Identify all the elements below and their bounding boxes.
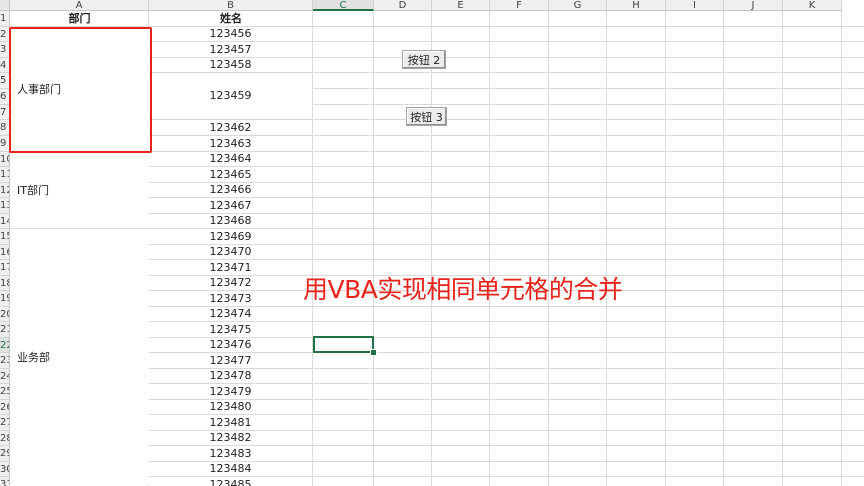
employee-id-cell[interactable]: 123459	[149, 73, 312, 119]
column-gridline	[841, 11, 842, 486]
row-header-29[interactable]: 29	[0, 446, 10, 462]
column-gridline	[373, 11, 374, 486]
column-header-k[interactable]: K	[783, 0, 842, 11]
column-gridline	[723, 11, 724, 486]
employee-id-cell[interactable]: 123456	[149, 27, 312, 41]
vba-button-2[interactable]: 按钮 2	[402, 50, 446, 69]
column-header-a[interactable]: A	[10, 0, 149, 11]
column-header-d[interactable]: D	[374, 0, 432, 11]
row-header-28[interactable]: 28	[0, 431, 10, 446]
employee-id-cell[interactable]: 123463	[149, 136, 312, 151]
column-header-f[interactable]: F	[490, 0, 549, 11]
row-header-10[interactable]: 10	[0, 152, 10, 167]
column-header-j[interactable]: J	[724, 0, 783, 11]
row-header-24[interactable]: 24	[0, 369, 10, 384]
header-dept: 部门	[68, 12, 91, 25]
employee-id-cell[interactable]: 123466	[149, 183, 312, 197]
row-header-23[interactable]: 23	[0, 353, 10, 369]
row-header-11[interactable]: 11	[0, 167, 10, 183]
employee-id-cell[interactable]: 123469	[149, 229, 312, 244]
employee-id-cell[interactable]: 123476	[149, 338, 312, 352]
column-header-c[interactable]: C	[313, 0, 374, 11]
active-cell-selection[interactable]	[313, 336, 374, 353]
employee-id-cell[interactable]: 123473	[149, 291, 312, 306]
highlight-box	[9, 27, 152, 153]
employee-id-cell[interactable]: 123468	[149, 214, 312, 228]
merged-dept-cell[interactable]: IT部门	[10, 152, 149, 228]
employee-id-cell[interactable]: 123483	[149, 446, 312, 461]
fill-handle[interactable]	[370, 349, 377, 356]
employee-id-cell[interactable]: 123458	[149, 58, 312, 72]
employee-id-cell[interactable]: 123482	[149, 431, 312, 445]
employee-id-cell[interactable]: 123467	[149, 198, 312, 213]
employee-id-cell[interactable]: 123481	[149, 415, 312, 430]
merged-dept-cell[interactable]: 业务部	[10, 229, 149, 485]
spreadsheet-grid[interactable]: ABCDEFGHIJK 1234567891011121314151617181…	[0, 0, 864, 486]
row-header-1[interactable]: 1	[0, 11, 10, 27]
employee-id-cell[interactable]: 123462	[149, 120, 312, 135]
row-header-25[interactable]: 25	[0, 384, 10, 400]
employee-id-cell[interactable]: 123470	[149, 245, 312, 259]
column-gridline	[606, 11, 607, 486]
select-all-corner[interactable]	[0, 0, 10, 11]
column-gridline	[489, 11, 490, 486]
employee-id-cell[interactable]: 123484	[149, 462, 312, 476]
employee-id-cell[interactable]: 123471	[149, 260, 312, 275]
row-header-17[interactable]: 17	[0, 260, 10, 276]
row-header-30[interactable]: 30	[0, 462, 10, 477]
row-header-27[interactable]: 27	[0, 415, 10, 431]
row-header-22[interactable]: 22	[0, 338, 10, 353]
employee-id-cell[interactable]: 123479	[149, 384, 312, 399]
row-header-19[interactable]: 19	[0, 291, 10, 307]
column-gridline	[312, 11, 313, 486]
column-gridline	[431, 11, 432, 486]
employee-id-cell[interactable]: 123477	[149, 353, 312, 368]
caption-text: 用VBA实现相同单元格的合并	[303, 275, 623, 304]
column-header-h[interactable]: H	[607, 0, 666, 11]
column-gridline	[548, 11, 549, 486]
column-gridline	[665, 11, 666, 486]
employee-id-cell[interactable]: 123465	[149, 167, 312, 182]
dept-label: IT部门	[17, 184, 49, 197]
column-header-i[interactable]: I	[666, 0, 724, 11]
row-header-15[interactable]: 15	[0, 229, 10, 245]
employee-id-cell[interactable]: 123475	[149, 322, 312, 337]
row-header-12[interactable]: 12	[0, 183, 10, 198]
employee-id-cell[interactable]: 123480	[149, 400, 312, 414]
column-header-e[interactable]: E	[432, 0, 490, 11]
column-header-g[interactable]: G	[549, 0, 607, 11]
row-header-20[interactable]: 20	[0, 307, 10, 322]
row-header-14[interactable]: 14	[0, 214, 10, 229]
row-header-26[interactable]: 26	[0, 400, 10, 415]
vba-button-3[interactable]: 按钮 3	[406, 107, 447, 126]
header-name: 姓名	[220, 12, 242, 25]
dept-label: 业务部	[17, 351, 50, 364]
row-header-18[interactable]: 18	[0, 276, 10, 291]
employee-id-cell[interactable]: 123457	[149, 42, 312, 57]
employee-id-cell[interactable]: 123485	[149, 477, 312, 486]
employee-id-cell[interactable]: 123472	[149, 276, 312, 290]
row-header-31[interactable]: 31	[0, 477, 10, 486]
row-header-21[interactable]: 21	[0, 322, 10, 338]
employee-id-cell[interactable]: 123474	[149, 307, 312, 321]
employee-id-cell[interactable]: 123464	[149, 152, 312, 166]
employee-id-cell[interactable]: 123478	[149, 369, 312, 383]
row-header-13[interactable]: 13	[0, 198, 10, 214]
column-gridline	[782, 11, 783, 486]
column-header-b[interactable]: B	[149, 0, 313, 11]
row-header-16[interactable]: 16	[0, 245, 10, 260]
